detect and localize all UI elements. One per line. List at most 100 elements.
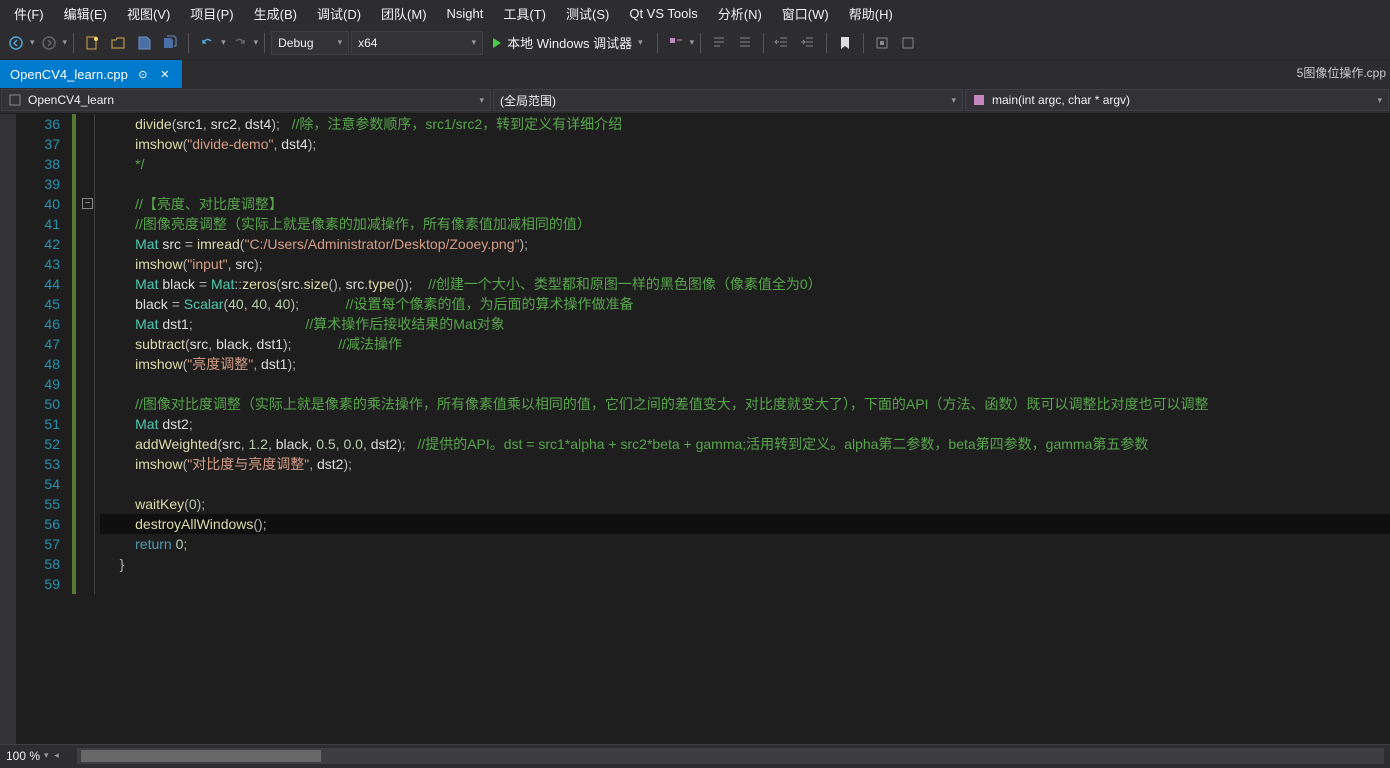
- marker-column: [72, 254, 100, 274]
- line-number: 41: [16, 214, 72, 234]
- marker-column: [72, 134, 100, 154]
- code-content: [100, 174, 1390, 194]
- indent-button[interactable]: [796, 31, 820, 55]
- bookmark-button[interactable]: [833, 31, 857, 55]
- code-line[interactable]: 56 destroyAllWindows();: [16, 514, 1390, 534]
- code-line[interactable]: 41 //图像亮度调整（实际上就是像素的加减操作，所有像素值加减相同的值）: [16, 214, 1390, 234]
- extension2-button[interactable]: [896, 31, 920, 55]
- fold-icon[interactable]: [82, 198, 93, 209]
- pin-icon[interactable]: ⊙: [136, 67, 150, 81]
- marker-column: [72, 514, 100, 534]
- marker-column: [72, 454, 100, 474]
- tab-extra-label[interactable]: 5图像位操作.cpp: [1297, 64, 1386, 81]
- code-line[interactable]: 48 imshow("亮度调整", dst1);: [16, 354, 1390, 374]
- code-line[interactable]: 37 imshow("divide-demo", dst4);: [16, 134, 1390, 154]
- code-line[interactable]: 57 return 0;: [16, 534, 1390, 554]
- extension-button[interactable]: [870, 31, 894, 55]
- menu-item[interactable]: 生成(B): [244, 2, 307, 25]
- platform-combo[interactable]: x64▾: [351, 31, 483, 55]
- step-button[interactable]: [664, 31, 688, 55]
- code-line[interactable]: 43 imshow("input", src);: [16, 254, 1390, 274]
- breakpoint-gutter[interactable]: [0, 114, 16, 744]
- code-line[interactable]: 45 black = Scalar(40, 40, 40); //设置每个像素的…: [16, 294, 1390, 314]
- code-content: waitKey(0);: [100, 494, 1390, 514]
- line-number: 42: [16, 234, 72, 254]
- menu-item[interactable]: 分析(N): [708, 2, 772, 25]
- menu-item[interactable]: 窗口(W): [772, 2, 839, 25]
- redo-button[interactable]: [228, 31, 252, 55]
- chevron-down-icon[interactable]: ▾: [63, 37, 68, 48]
- open-file-button[interactable]: [106, 31, 130, 55]
- menu-item[interactable]: 项目(P): [180, 2, 243, 25]
- save-button[interactable]: [132, 31, 156, 55]
- code-content: //【亮度、对比度调整】: [100, 194, 1390, 214]
- config-combo[interactable]: Debug▾: [271, 31, 349, 55]
- back-button[interactable]: [4, 31, 28, 55]
- tab-active[interactable]: OpenCV4_learn.cpp ⊙ ✕: [0, 60, 182, 88]
- save-all-button[interactable]: [158, 31, 182, 55]
- line-number: 53: [16, 454, 72, 474]
- undo-button[interactable]: [195, 31, 219, 55]
- scope-function[interactable]: main(int argc, char * argv)▾: [965, 89, 1389, 111]
- menu-item[interactable]: 测试(S): [556, 2, 619, 25]
- code-line[interactable]: 49: [16, 374, 1390, 394]
- zoom-control[interactable]: 100 %▾: [6, 749, 49, 763]
- scope-project[interactable]: OpenCV4_learn▾: [1, 89, 491, 111]
- menu-item[interactable]: Qt VS Tools: [619, 4, 707, 23]
- code-content: return 0;: [100, 534, 1390, 554]
- code-content: divide(src1, src2, dst4); //除，注意参数顺序，src…: [100, 114, 1390, 134]
- uncomment-button[interactable]: [733, 31, 757, 55]
- scrollbar-thumb[interactable]: [81, 750, 321, 762]
- code-content: Mat dst2;: [100, 414, 1390, 434]
- new-file-button[interactable]: [80, 31, 104, 55]
- code-line[interactable]: 47 subtract(src, black, dst1); //减法操作: [16, 334, 1390, 354]
- menubar: 件(F)编辑(E)视图(V)项目(P)生成(B)调试(D)团队(M)Nsight…: [0, 0, 1390, 26]
- marker-column: [72, 554, 100, 574]
- code-line[interactable]: 55 waitKey(0);: [16, 494, 1390, 514]
- code-content: */: [100, 154, 1390, 174]
- code-line[interactable]: 50 //图像对比度调整（实际上就是像素的乘法操作，所有像素值乘以相同的值，它们…: [16, 394, 1390, 414]
- chevron-down-icon[interactable]: ▾: [254, 37, 259, 48]
- code-line[interactable]: 46 Mat dst1; //算术操作后接收结果的Mat对象: [16, 314, 1390, 334]
- menu-item[interactable]: Nsight: [437, 4, 494, 23]
- chevron-down-icon[interactable]: ▾: [690, 37, 695, 48]
- line-number: 50: [16, 394, 72, 414]
- code-line[interactable]: 58 }: [16, 554, 1390, 574]
- line-number: 46: [16, 314, 72, 334]
- menu-item[interactable]: 帮助(H): [839, 2, 903, 25]
- menu-item[interactable]: 工具(T): [493, 2, 556, 25]
- forward-button[interactable]: [37, 31, 61, 55]
- menu-item[interactable]: 编辑(E): [54, 2, 117, 25]
- marker-column: [72, 434, 100, 454]
- code-content: [100, 574, 1390, 594]
- chevron-down-icon[interactable]: ▾: [221, 37, 226, 48]
- play-icon: [493, 38, 501, 48]
- start-debug-button[interactable]: 本地 Windows 调试器▾: [485, 31, 651, 55]
- code-line[interactable]: 39: [16, 174, 1390, 194]
- code-line[interactable]: 59: [16, 574, 1390, 594]
- code-line[interactable]: 54: [16, 474, 1390, 494]
- scroll-left-button[interactable]: ◂: [49, 744, 65, 768]
- code-line[interactable]: 51 Mat dst2;: [16, 414, 1390, 434]
- code-line[interactable]: 52 addWeighted(src, 1.2, black, 0.5, 0.0…: [16, 434, 1390, 454]
- outdent-button[interactable]: [770, 31, 794, 55]
- horizontal-scrollbar[interactable]: [77, 748, 1384, 764]
- code-line[interactable]: 53 imshow("对比度与亮度调整", dst2);: [16, 454, 1390, 474]
- comment-button[interactable]: [707, 31, 731, 55]
- close-icon[interactable]: ✕: [158, 67, 172, 81]
- marker-column: [72, 474, 100, 494]
- code-line[interactable]: 40 //【亮度、对比度调整】: [16, 194, 1390, 214]
- menu-item[interactable]: 调试(D): [307, 2, 371, 25]
- menu-item[interactable]: 件(F): [4, 2, 54, 25]
- line-number: 49: [16, 374, 72, 394]
- chevron-down-icon[interactable]: ▾: [30, 37, 35, 48]
- menu-item[interactable]: 团队(M): [371, 2, 437, 25]
- code-editor[interactable]: 36 divide(src1, src2, dst4); //除，注意参数顺序，…: [0, 114, 1390, 744]
- menu-item[interactable]: 视图(V): [117, 2, 180, 25]
- scope-namespace[interactable]: (全局范围)▾: [493, 89, 963, 111]
- code-content: imshow("对比度与亮度调整", dst2);: [100, 454, 1390, 474]
- code-line[interactable]: 38 */: [16, 154, 1390, 174]
- code-line[interactable]: 44 Mat black = Mat::zeros(src.size(), sr…: [16, 274, 1390, 294]
- code-line[interactable]: 36 divide(src1, src2, dst4); //除，注意参数顺序，…: [16, 114, 1390, 134]
- code-line[interactable]: 42 Mat src = imread("C:/Users/Administra…: [16, 234, 1390, 254]
